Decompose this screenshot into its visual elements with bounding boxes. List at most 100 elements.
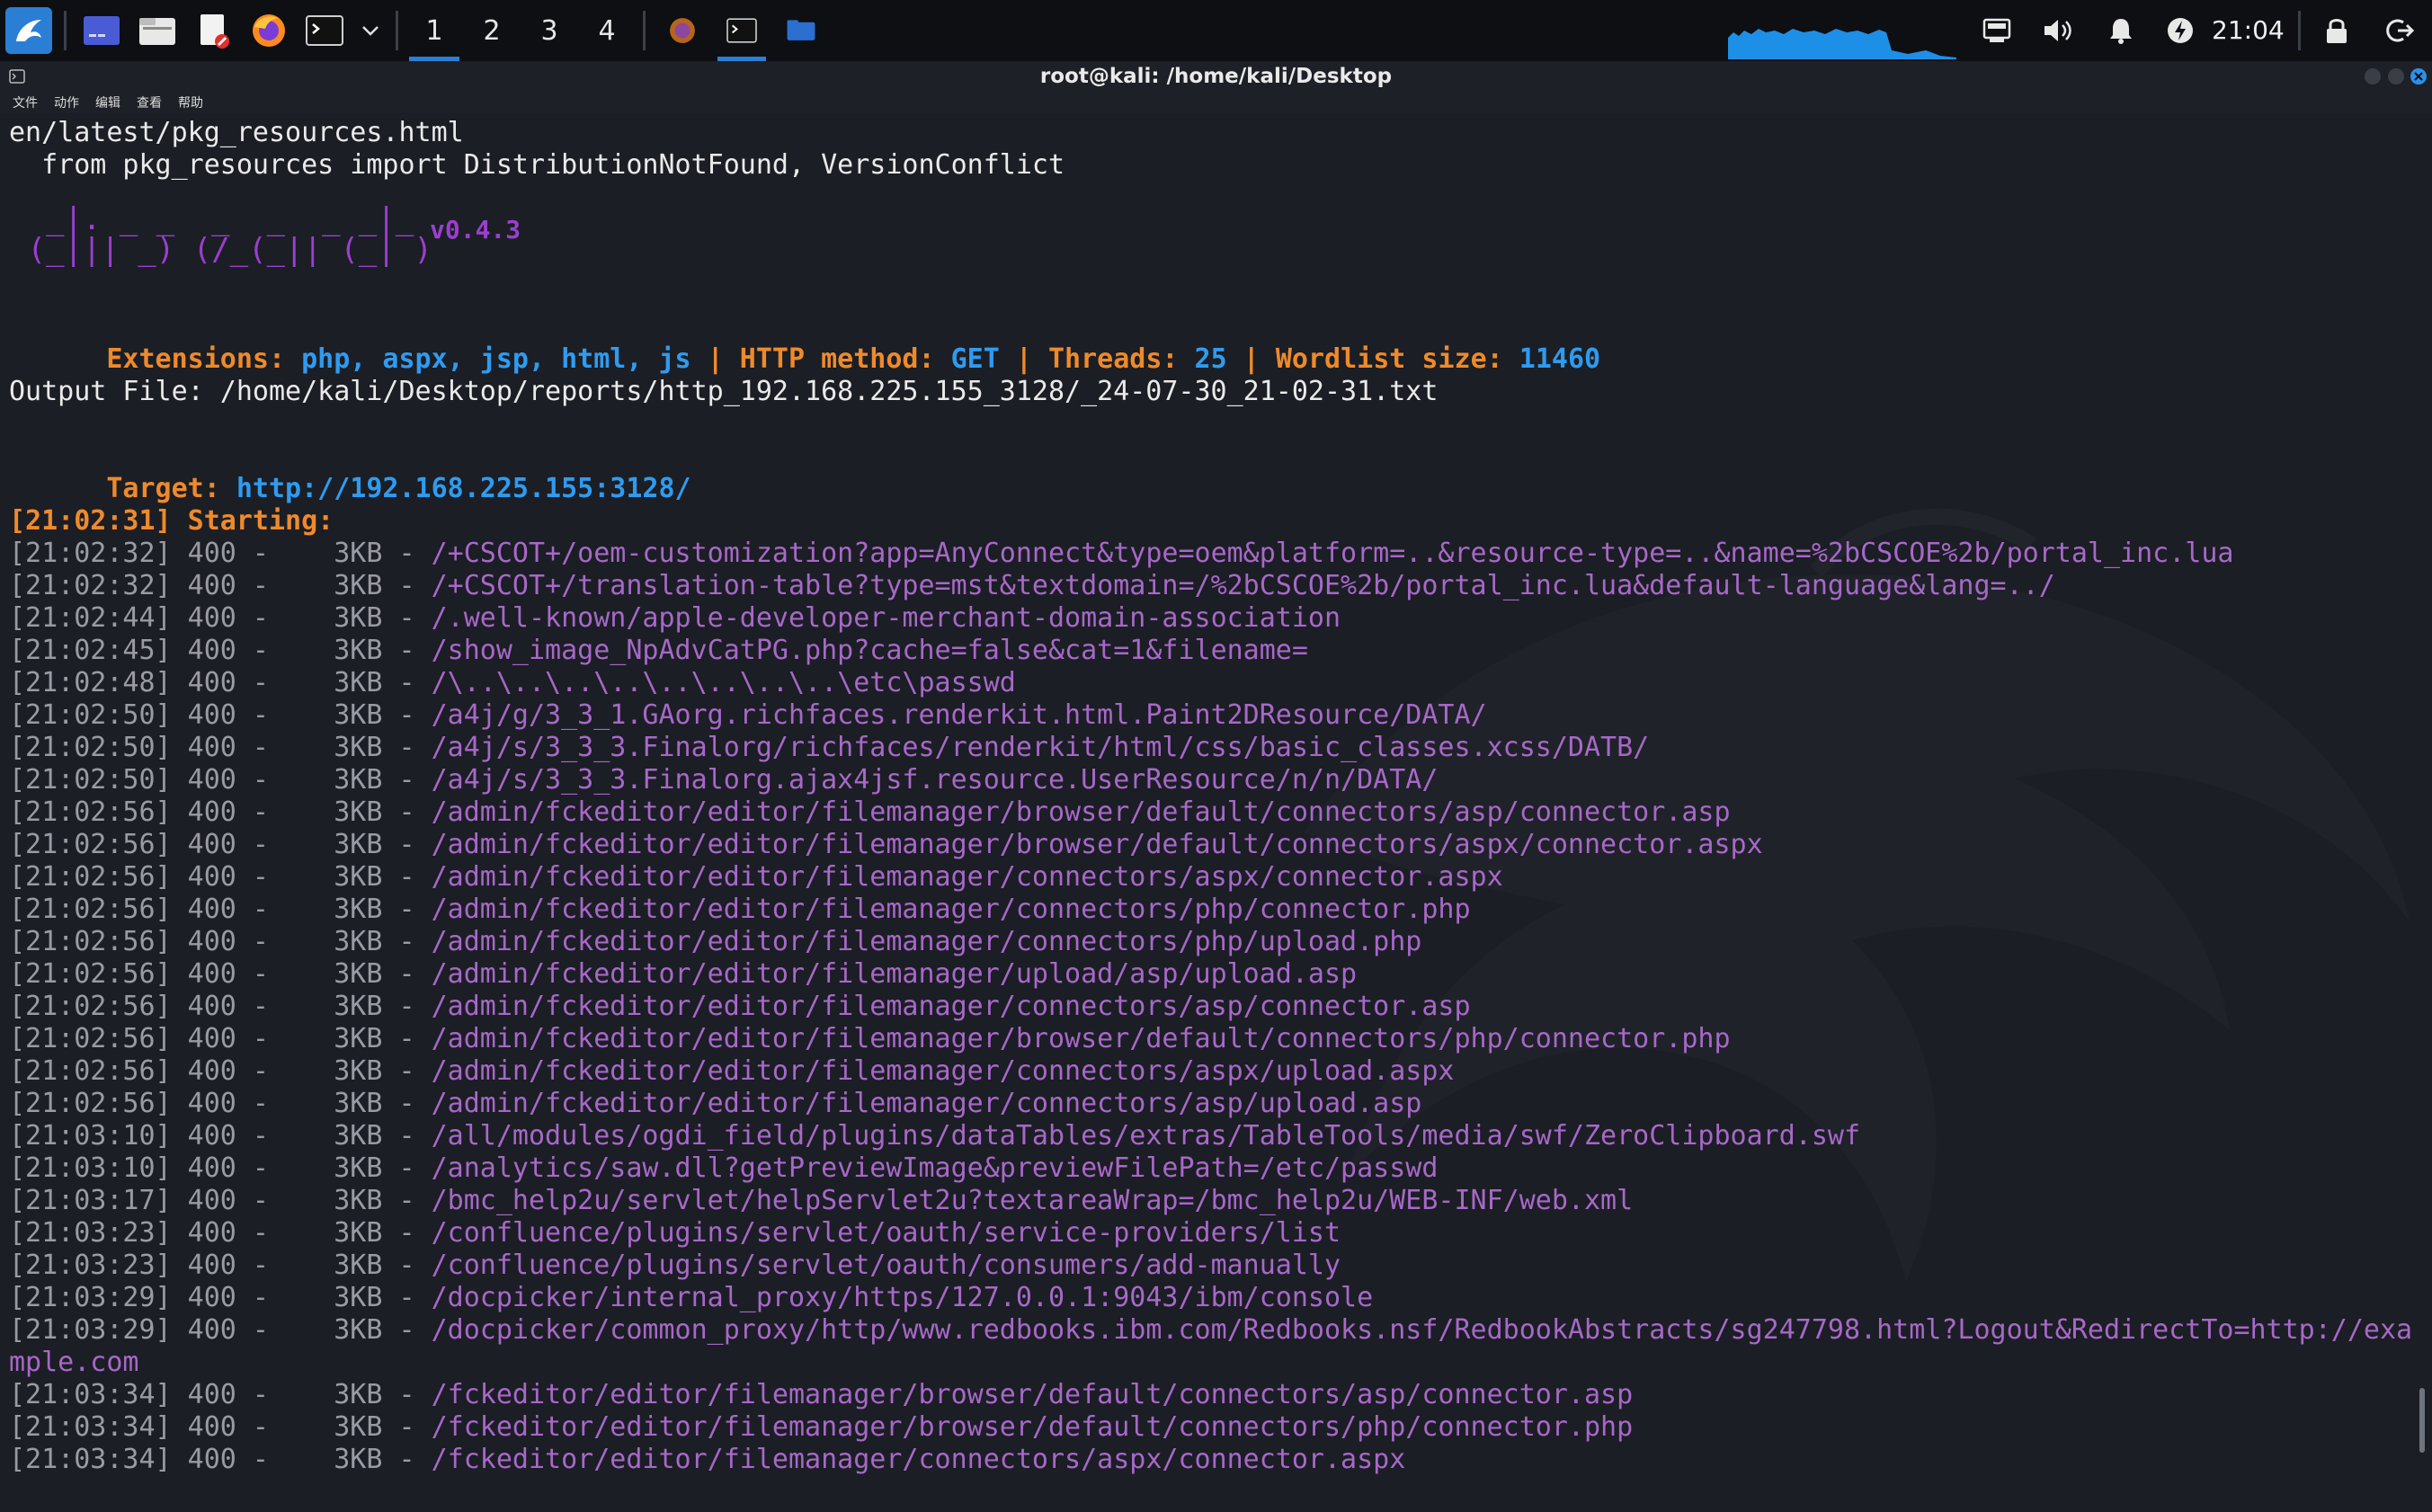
result-line: [21:02:50] 400 - 3KB - /a4j/g/3_3_1.GAor… [9,699,1487,732]
result-line: [21:03:17] 400 - 3KB - /bmc_help2u/servl… [9,1185,1633,1217]
kali-menu-icon[interactable] [5,7,52,54]
task-terminal[interactable] [712,0,771,61]
http-method-value: GET [950,343,1000,375]
wordlist-size-label: Wordlist size: [1275,343,1503,375]
chevron-down-icon[interactable] [357,7,384,54]
result-path: /a4j/g/3_3_1.GAorg.richfaces.renderkit.h… [431,699,1487,731]
result-meta: [21:02:56] 400 - 3KB - [9,1023,432,1054]
workspace-switcher: 1 2 3 4 [405,0,636,61]
text-editor-icon[interactable] [190,7,236,54]
terminal-output[interactable]: en/latest/pkg_resources.html from pkg_re… [0,113,2432,1512]
result-path: /.well-known/apple-developer-merchant-do… [431,602,1341,634]
menu-file[interactable]: 文件 [13,93,38,111]
result-meta: [21:03:10] 400 - 3KB - [9,1120,432,1152]
result-path: mple.com [9,1347,139,1378]
result-line: [21:02:56] 400 - 3KB - /admin/fckeditor/… [9,1023,1731,1055]
close-button[interactable] [2410,68,2427,84]
result-line: [21:02:50] 400 - 3KB - /a4j/s/3_3_3.Fina… [9,732,1649,764]
clock[interactable]: 21:04 [2212,0,2285,61]
menu-view[interactable]: 查看 [137,93,162,111]
dirsearch-version: v0.4.3 [430,215,521,245]
taskbar-separator [396,11,398,50]
result-meta: [21:02:50] 400 - 3KB - [9,764,432,796]
task-file-manager[interactable] [771,0,831,61]
result-line: [21:03:34] 400 - 3KB - /fckeditor/editor… [9,1411,1633,1444]
window-app-icon[interactable] [9,69,25,87]
result-line: [21:03:29] 400 - 3KB - /docpicker/intern… [9,1282,1373,1314]
result-path: /admin/fckeditor/editor/filemanager/brow… [431,1023,1731,1054]
result-line: [21:02:56] 400 - 3KB - /admin/fckeditor/… [9,991,1471,1023]
task-firefox[interactable] [653,0,712,61]
dirsearch-logo: (_||| _) (/_(_|| (_| ) [9,232,432,268]
result-path: /admin/fckeditor/editor/filemanager/uplo… [431,958,1358,990]
dirsearch-logo: _|. _ _ _ _ _ _|_ [9,201,414,237]
result-path: /docpicker/internal_proxy/https/127.0.0.… [431,1282,1374,1313]
result-path: /fckeditor/editor/filemanager/browser/de… [431,1411,1634,1443]
workspace-4[interactable]: 4 [578,0,636,61]
result-line: [21:02:44] 400 - 3KB - /.well-known/appl… [9,602,1341,635]
result-path: /confluence/plugins/servlet/oauth/consum… [431,1250,1341,1281]
result-meta: [21:02:32] 400 - 3KB - [9,570,432,601]
wordlist-size-value: 11460 [1519,343,1601,375]
result-meta: [21:02:50] 400 - 3KB - [9,699,432,731]
result-meta: [21:02:32] 400 - 3KB - [9,538,432,569]
result-meta: [21:02:56] 400 - 3KB - [9,991,432,1022]
threads-label: Threads: [1047,343,1179,375]
result-path: /a4j/s/3_3_3.Finalorg/richfaces/renderki… [431,732,1650,763]
result-path: /admin/fckeditor/editor/filemanager/conn… [431,926,1422,957]
result-path: /docpicker/common_proxy/http/www.redbook… [431,1314,2413,1346]
result-path: /+CSCOT+/translation-table?type=mst&text… [431,570,2055,601]
workspace-2[interactable]: 2 [463,0,521,61]
result-meta: [21:03:17] 400 - 3KB - [9,1185,432,1216]
network-icon[interactable] [1974,0,2019,61]
logout-icon[interactable] [2377,0,2422,61]
result-path: /admin/fckeditor/editor/filemanager/conn… [431,1055,1455,1087]
window-title: root@kali: /home/kali/Desktop [1039,65,1393,88]
result-meta: [21:03:29] 400 - 3KB - [9,1314,432,1346]
result-line: [21:03:23] 400 - 3KB - /confluence/plugi… [9,1217,1341,1250]
terminal-scrollbar[interactable] [2419,1388,2425,1453]
config-separator: | [999,343,1048,375]
http-method-label: HTTP method: [739,343,935,375]
taskbar-separator [64,11,67,50]
result-line: [21:02:56] 400 - 3KB - /admin/fckeditor/… [9,796,1731,829]
terminal-icon[interactable] [301,7,348,54]
menu-edit[interactable]: 编辑 [95,93,120,111]
target-url[interactable]: http://192.168.225.155:3128/ [236,473,691,504]
file-manager-icon[interactable] [134,7,181,54]
power-manager-icon[interactable] [2158,0,2203,61]
result-path: /admin/fckeditor/editor/filemanager/brow… [431,796,1731,828]
minimize-button[interactable] [2365,68,2381,84]
result-line: [21:02:56] 400 - 3KB - /admin/fckeditor/… [9,894,1471,926]
result-line: [21:02:32] 400 - 3KB - /+CSCOT+/translat… [9,570,2055,602]
result-path: /show_image_NpAdvCatPG.php?cache=false&c… [431,635,1308,666]
result-line: [21:02:48] 400 - 3KB - /\..\..\..\..\..\… [9,667,1016,699]
workspace-1[interactable]: 1 [405,0,463,61]
show-desktop-icon[interactable] [78,7,125,54]
result-path: /bmc_help2u/servlet/helpServlet2u?textar… [431,1185,1634,1216]
result-meta: [21:03:29] 400 - 3KB - [9,1282,432,1313]
result-meta: [21:02:56] 400 - 3KB - [9,861,432,893]
result-meta: [21:03:23] 400 - 3KB - [9,1217,432,1249]
workspace-3[interactable]: 3 [521,0,578,61]
window-titlebar[interactable]: root@kali: /home/kali/Desktop [0,61,2432,92]
result-path: /admin/fckeditor/editor/filemanager/conn… [431,1088,1422,1119]
target-line: Target: http://192.168.225.155:3128/ [9,440,690,504]
result-path: /analytics/saw.dll?getPreviewImage&previ… [431,1152,1439,1184]
extensions-label: Extensions: [106,343,286,375]
result-line: [21:02:32] 400 - 3KB - /+CSCOT+/oem-cust… [9,538,2233,570]
result-line: [21:03:10] 400 - 3KB - /all/modules/ogdi… [9,1120,1860,1152]
menu-help[interactable]: 帮助 [178,93,203,111]
menu-actions[interactable]: 动作 [54,93,79,111]
firefox-icon[interactable] [245,7,292,54]
result-line: [21:03:10] 400 - 3KB - /analytics/saw.dl… [9,1152,1438,1185]
maximize-button[interactable] [2388,68,2404,84]
volume-icon[interactable] [2036,0,2080,61]
result-path: /admin/fckeditor/editor/filemanager/conn… [431,894,1471,925]
config-line: Extensions: php, aspx, jsp, html, js | H… [9,311,1600,375]
taskbar-separator [643,11,646,50]
result-meta: [21:03:34] 400 - 3KB - [9,1444,432,1475]
lock-icon[interactable] [2314,0,2359,61]
notification-bell-icon[interactable] [2098,0,2143,61]
result-line: [21:02:45] 400 - 3KB - /show_image_NpAdv… [9,635,1308,667]
